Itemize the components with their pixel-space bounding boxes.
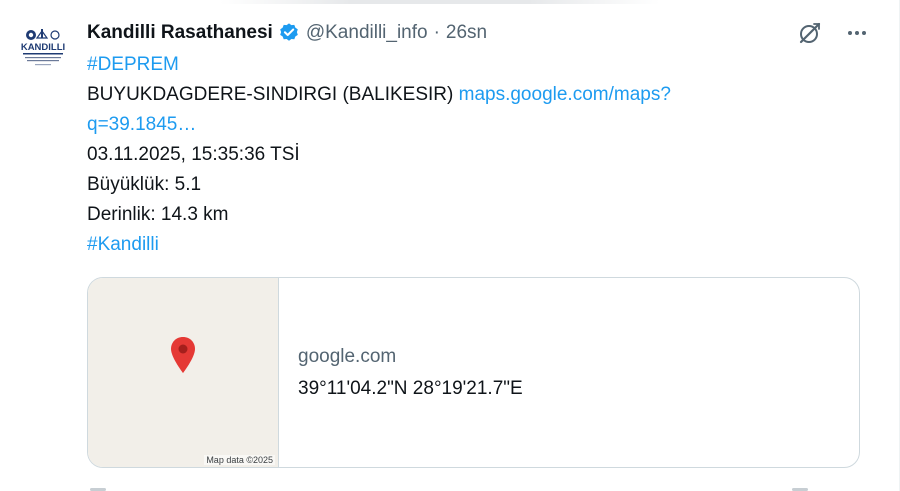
header-separator: · (433, 22, 440, 43)
avatar[interactable]: KANDILLI (15, 18, 71, 74)
map-pin-icon (171, 337, 195, 373)
more-icon[interactable] (845, 21, 869, 45)
verified-badge-icon (280, 23, 298, 41)
tweet-header: Kandilli Rasathanesi @Kandilli_info · 26… (87, 18, 869, 48)
magnitude-text: Büyüklük: 5.1 (87, 174, 202, 195)
tweet-text: #DEPREM BUYUKDAGDERE-SINDIRGI (BALIKESIR… (87, 50, 807, 260)
location-text: BUYUKDAGDERE-SINDIRGI (BALIKESIR) (87, 84, 454, 105)
card-info: google.com 39°11'04.2"N 28°19'21.7"E (279, 278, 859, 467)
author-display-name[interactable]: Kandilli Rasathanesi (87, 18, 273, 48)
map-thumbnail[interactable]: Map data ©2025 (88, 278, 279, 467)
datetime-text: 03.11.2025, 15:35:36 TSİ (87, 144, 300, 165)
card-title: 39°11'04.2"N 28°19'21.7"E (298, 377, 523, 399)
grok-icon[interactable] (797, 20, 823, 46)
hashtag-deprem[interactable]: #DEPREM (87, 50, 807, 80)
header-actions (797, 18, 869, 48)
map-attribution: Map data ©2025 (204, 455, 275, 465)
author-handle[interactable]: @Kandilli_info (306, 18, 428, 48)
tweet-container: KANDILLI Kandilli Rasathanesi @Kandilli_… (0, 0, 900, 491)
card-domain: google.com (298, 345, 397, 367)
maps-link[interactable]: maps.google.com/maps? (459, 84, 671, 105)
avatar-logo-text: KANDILLI (21, 42, 65, 53)
tweet-timestamp[interactable]: 26sn (446, 18, 487, 48)
link-preview-card[interactable]: Map data ©2025 google.com 39°11'04.2"N 2… (87, 277, 860, 468)
depth-text: Derinlik: 14.3 km (87, 204, 229, 225)
divider (220, 0, 660, 4)
hashtag-kandilli[interactable]: #Kandilli (87, 230, 807, 260)
maps-link-continuation[interactable]: q=39.1845… (87, 110, 807, 140)
